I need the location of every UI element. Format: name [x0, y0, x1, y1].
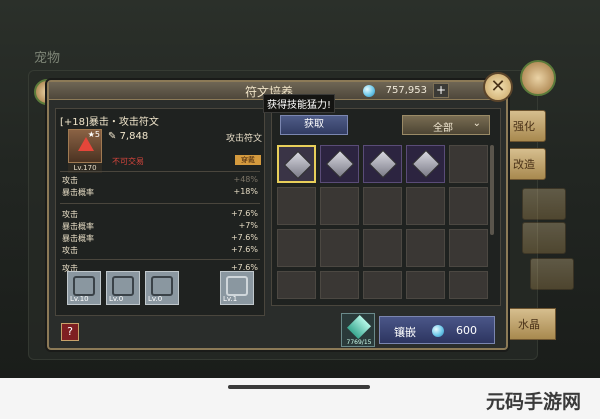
sub-stat-row: 攻击 +7.6% — [62, 209, 258, 219]
rune-cell[interactable] — [277, 229, 316, 267]
main-stat-row: 暴击概率 +18% — [62, 187, 258, 197]
rune-name: [+18]暴击・攻击符文 — [60, 117, 159, 128]
dim-side-tab — [522, 222, 566, 254]
rune-cell[interactable] — [449, 187, 488, 225]
rune-cell[interactable] — [406, 145, 445, 183]
chevron-down-icon: ⌄ — [472, 118, 481, 129]
rune-item-icon — [411, 149, 441, 179]
skill-slot[interactable]: Lv.10 — [67, 271, 101, 305]
sub-stat-row: 暴击概率 +7% — [62, 221, 258, 231]
skill-icon — [112, 276, 134, 296]
no-trade-label: 不可交易 — [112, 157, 144, 166]
rune-cell[interactable] — [363, 187, 402, 225]
diamond-icon — [432, 325, 444, 337]
skill-level: Lv.0 — [148, 295, 163, 303]
crystal-icon — [346, 314, 372, 340]
skill-tooltip: 获得技能猛力! — [263, 94, 336, 113]
home-indicator — [228, 385, 370, 389]
rune-cell[interactable] — [320, 229, 359, 267]
tab-acquire[interactable]: 获取 — [280, 115, 348, 135]
currency-value: 757,953 — [385, 85, 427, 96]
background-title: 宠物 — [34, 51, 61, 66]
skill-level: Lv.10 — [70, 295, 89, 303]
inlay-bar: 7769/15 镶嵌 600 — [339, 313, 503, 347]
divider — [60, 203, 260, 204]
list-scrollbar[interactable] — [490, 145, 494, 235]
rune-cell[interactable] — [449, 271, 488, 299]
rune-list-panel: 获取 全部 ⌄ — [271, 108, 501, 306]
weapon-level: Lv.1 — [223, 295, 238, 303]
rune-power: ✎ 7,848 — [108, 131, 149, 142]
rune-cell[interactable] — [406, 229, 445, 267]
skill-icon — [73, 276, 95, 296]
sub-stat-row: 暴击概率 +7.6% — [62, 233, 258, 243]
rune-cell[interactable] — [277, 145, 316, 183]
divider — [60, 259, 260, 260]
main-stat-row: 攻击 +48% — [62, 175, 258, 185]
rune-cell[interactable] — [320, 271, 359, 299]
inlay-button[interactable]: 镶嵌 600 — [379, 316, 495, 344]
rune-cell[interactable] — [320, 145, 359, 183]
crystal-slot[interactable]: 7769/15 — [341, 313, 375, 347]
skill-icon — [151, 276, 173, 296]
rune-triangle-icon — [78, 137, 94, 151]
rune-item-icon — [283, 150, 313, 180]
rune-cell[interactable] — [277, 271, 316, 299]
inlay-label: 镶嵌 — [394, 326, 416, 339]
rune-cell[interactable] — [406, 271, 445, 299]
add-currency-button[interactable]: + — [433, 83, 449, 98]
divider — [60, 171, 260, 172]
rune-type: 攻击符文 — [226, 134, 263, 144]
crystal-count: 7769/15 — [346, 339, 372, 346]
rune-cell[interactable] — [363, 145, 402, 183]
rune-cell[interactable] — [363, 271, 402, 299]
skill-slot[interactable]: Lv.0 — [145, 271, 179, 305]
rune-cell[interactable] — [277, 187, 316, 225]
filter-dropdown[interactable]: 全部 ⌄ — [402, 115, 490, 135]
dim-side-tab — [522, 188, 566, 220]
filter-label: 全部 — [433, 123, 453, 134]
modify-tab[interactable]: 改造 — [502, 148, 546, 180]
rune-training-dialog: 符文培养 757,953 + ✕ [+18]暴击・攻击符文 ★5 Lv.170 … — [47, 72, 513, 350]
rune-cell[interactable] — [449, 229, 488, 267]
help-button[interactable]: ? — [61, 323, 79, 341]
rune-cell[interactable] — [449, 145, 488, 183]
rune-star-count: ★5 — [87, 130, 100, 139]
enhance-tab-label: 强化 — [513, 120, 535, 133]
watermark-text: 元码手游网 — [486, 391, 582, 413]
rune-icon: ★5 — [68, 129, 102, 163]
crystal-tab-label: 水晶 — [518, 318, 540, 331]
diamond-icon — [363, 84, 375, 97]
inlay-cost: 600 — [456, 324, 477, 337]
sword-icon — [226, 276, 248, 296]
sub-stat-row: 攻击 +7.6% — [62, 245, 258, 255]
rune-cell[interactable] — [406, 187, 445, 225]
rune-item-icon — [325, 149, 355, 179]
rune-cell[interactable] — [363, 229, 402, 267]
skill-slot[interactable]: Lv.0 — [106, 271, 140, 305]
equipped-tag: 穿戴 — [235, 155, 261, 165]
close-button[interactable]: ✕ — [483, 72, 513, 102]
rune-item-icon — [368, 149, 398, 179]
modify-tab-label: 改造 — [513, 158, 535, 171]
rune-cell[interactable] — [320, 187, 359, 225]
skill-level: Lv.0 — [109, 295, 124, 303]
flower-decoration-icon — [520, 60, 556, 96]
enhance-tab[interactable]: 强化 — [502, 110, 546, 142]
crystal-tab[interactable]: 水晶 — [502, 308, 556, 340]
weapon-slot[interactable]: Lv.1 — [220, 271, 254, 305]
currency-display: 757,953 + — [363, 83, 449, 98]
dim-side-tab — [530, 258, 574, 290]
